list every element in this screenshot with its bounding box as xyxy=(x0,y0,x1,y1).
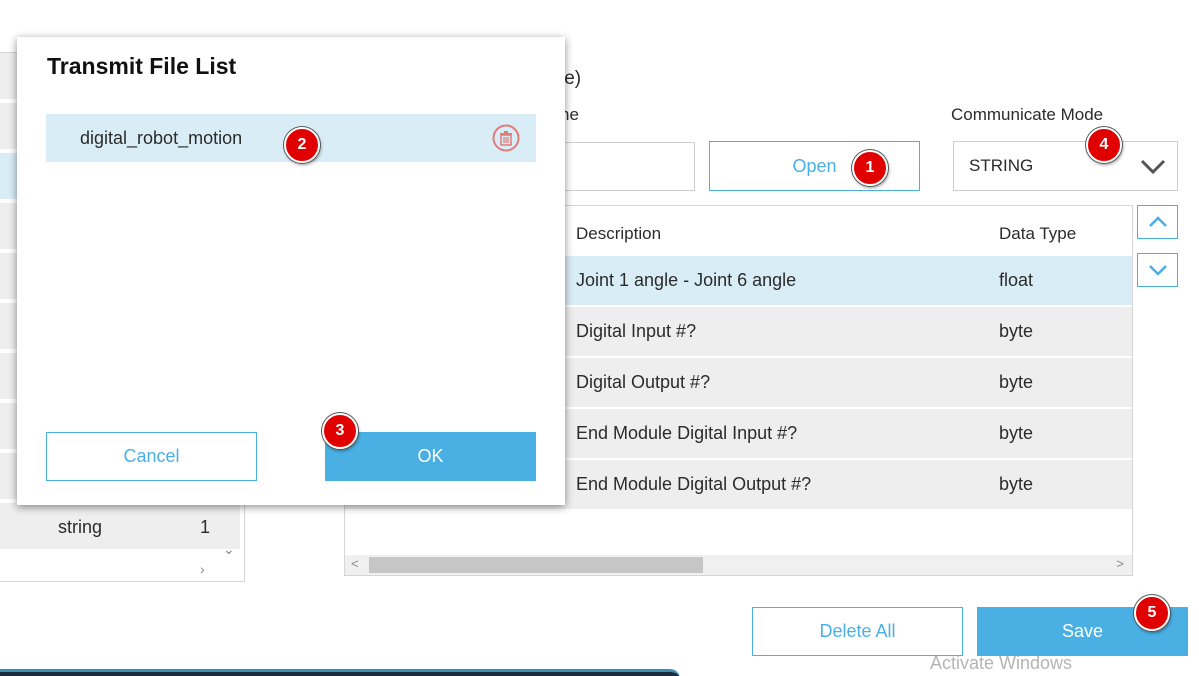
callout-badge-3: 3 xyxy=(322,413,358,449)
list-item-type: string xyxy=(58,517,103,537)
row-description: Digital Input #? xyxy=(576,321,697,341)
name-input[interactable] xyxy=(545,142,695,191)
file-name: digital_robot_motion xyxy=(80,128,243,148)
scrollbar-thumb[interactable] xyxy=(369,557,703,573)
cancel-button[interactable]: Cancel xyxy=(46,432,257,481)
row-description: Digital Output #? xyxy=(576,372,711,392)
chevron-down-icon[interactable]: ⌄ xyxy=(223,541,235,558)
scroll-right-icon[interactable]: > xyxy=(1116,556,1124,571)
chevron-down-icon xyxy=(1140,159,1166,175)
row-data-type: byte xyxy=(999,423,1034,443)
callout-badge-2: 2 xyxy=(284,127,320,163)
callout-badge-5: 5 xyxy=(1134,595,1170,631)
dialog-title: Transmit File List xyxy=(47,53,237,79)
list-item-count: 1 xyxy=(199,517,210,537)
ok-button[interactable]: OK xyxy=(325,432,536,481)
chevron-up-icon xyxy=(1149,216,1167,227)
communicate-mode-value: STRING xyxy=(969,156,1034,175)
chevron-down-icon xyxy=(1149,265,1167,276)
scroll-left-icon[interactable]: < xyxy=(351,556,359,571)
horizontal-scrollbar[interactable]: < > xyxy=(345,555,1132,575)
trash-icon[interactable] xyxy=(489,123,523,153)
row-data-type: byte xyxy=(999,474,1034,494)
row-description: End Module Digital Output #? xyxy=(576,474,812,494)
communicate-mode-select[interactable]: STRING xyxy=(953,141,1178,191)
open-button[interactable]: Open xyxy=(709,141,920,191)
move-up-button[interactable] xyxy=(1137,205,1178,239)
callout-badge-1: 1 xyxy=(852,150,888,186)
row-data-type: byte xyxy=(999,321,1034,341)
callout-badge-4: 4 xyxy=(1086,127,1122,163)
row-data-type: float xyxy=(999,270,1034,290)
row-description: Joint 1 angle - Joint 6 angle xyxy=(576,270,797,290)
row-data-type: byte xyxy=(999,372,1034,392)
row-description: End Module Digital Input #? xyxy=(576,423,798,443)
column-header-data-type: Data Type xyxy=(999,224,1077,243)
activate-windows-watermark: Activate Windows xyxy=(930,653,1073,673)
delete-all-button[interactable]: Delete All xyxy=(752,607,963,656)
chevron-right-icon[interactable]: › xyxy=(200,561,205,577)
communicate-mode-label: Communicate Mode xyxy=(951,105,1104,124)
list-item[interactable]: string 1 xyxy=(0,503,240,551)
move-down-button[interactable] xyxy=(1137,253,1178,287)
taskbar-edge xyxy=(0,669,680,676)
transmit-file-list-dialog: Transmit File List digital_robot_motion … xyxy=(17,37,565,505)
column-header-description: Description xyxy=(576,224,662,243)
